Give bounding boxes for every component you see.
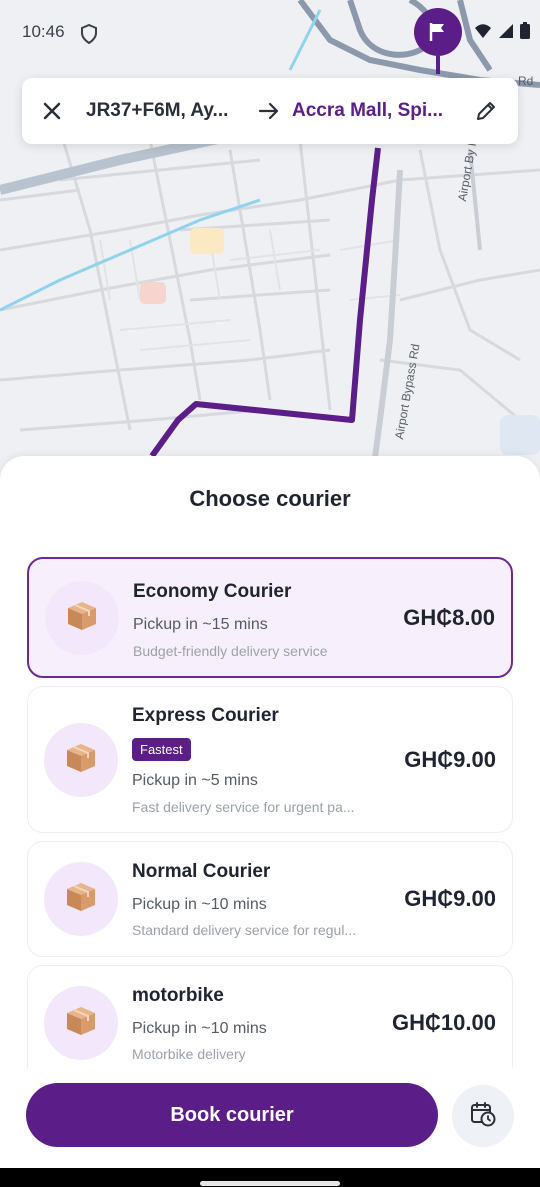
courier-icon-circle	[44, 986, 118, 1060]
signal-icon	[498, 23, 514, 44]
courier-option-motorbike[interactable]: motorbike Pickup in ~10 mins Motorbike d…	[27, 965, 513, 1085]
home-indicator[interactable]	[200, 1181, 340, 1186]
package-icon	[64, 741, 98, 780]
route-line	[149, 147, 381, 458]
courier-option-normal[interactable]: Normal Courier Pickup in ~10 mins Standa…	[27, 841, 513, 957]
status-bar: 10:46	[0, 0, 540, 74]
package-icon	[64, 880, 98, 919]
book-courier-button[interactable]: Book courier	[26, 1083, 438, 1147]
flag-icon	[428, 21, 448, 48]
package-icon	[64, 1004, 98, 1043]
courier-price: GH₵10.00	[392, 1010, 496, 1035]
courier-pickup: Pickup in ~10 mins	[132, 896, 267, 913]
destination-marker[interactable]	[414, 8, 462, 74]
fastest-badge: Fastest	[132, 738, 191, 761]
package-icon	[65, 599, 99, 638]
courier-price: GH₵9.00	[404, 747, 496, 772]
calendar-clock-icon	[470, 1101, 496, 1132]
courier-pickup: Pickup in ~15 mins	[133, 616, 268, 633]
schedule-button[interactable]	[452, 1085, 514, 1147]
courier-name: Normal Courier	[132, 861, 271, 882]
wifi-icon	[474, 23, 492, 44]
courier-pickup: Pickup in ~10 mins	[132, 1020, 267, 1037]
arrow-right-icon	[254, 102, 284, 120]
route-destination[interactable]: Accra Mall, Spi...	[292, 100, 460, 122]
footer: Book courier	[0, 1068, 540, 1168]
courier-name: Economy Courier	[133, 581, 292, 602]
route-bar: JR37+F6M, Ay... Accra Mall, Spi...	[22, 78, 518, 144]
sheet-title: Choose courier	[189, 486, 351, 511]
marker-stem	[436, 56, 440, 74]
courier-pickup: Pickup in ~5 mins	[132, 772, 258, 789]
courier-name: motorbike	[132, 985, 224, 1006]
courier-description: Standard delivery service for regul...	[132, 922, 357, 938]
courier-description: Budget-friendly delivery service	[133, 643, 328, 659]
courier-icon-circle	[44, 862, 118, 936]
shield-icon	[80, 23, 98, 49]
courier-option-economy[interactable]: Economy Courier Pickup in ~15 mins Budge…	[27, 557, 513, 678]
courier-icon-circle	[44, 723, 118, 797]
courier-name: Express Courier	[132, 705, 279, 726]
road-label: Rd	[518, 74, 534, 88]
courier-description: Motorbike delivery	[132, 1046, 246, 1062]
route-origin[interactable]: JR37+F6M, Ay...	[86, 100, 246, 122]
courier-price: GH₵8.00	[403, 605, 495, 630]
pencil-icon[interactable]	[470, 95, 502, 127]
battery-icon	[520, 22, 530, 44]
map-roads	[0, 0, 540, 480]
courier-option-express[interactable]: Express Courier Fastest Pickup in ~5 min…	[27, 686, 513, 833]
courier-price: GH₵9.00	[404, 886, 496, 911]
courier-icon-circle	[45, 581, 119, 655]
courier-description: Fast delivery service for urgent pa...	[132, 799, 355, 815]
status-time: 10:46	[22, 22, 65, 41]
close-icon[interactable]	[38, 97, 66, 125]
map-view[interactable]: Airport By Pass Rd Airport Bypass Rd Rd	[0, 0, 540, 480]
status-icons	[474, 22, 530, 44]
